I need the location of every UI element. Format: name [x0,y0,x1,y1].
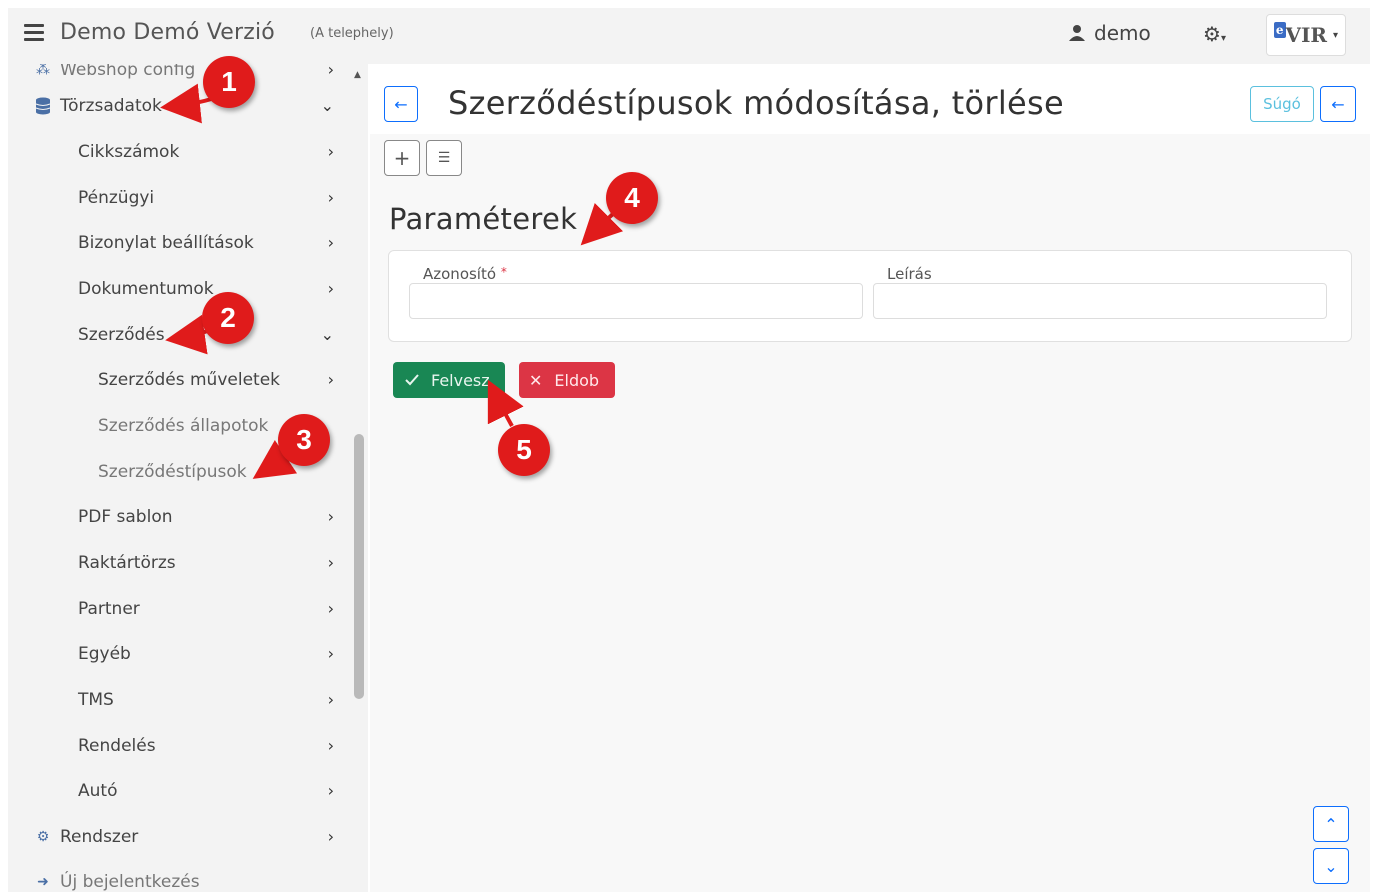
sidebar-item-egyeb[interactable]: Egyéb › [8,634,350,674]
callout-marker-2: 2 [202,292,254,344]
user-name: demo [1094,21,1151,45]
section-title: Paraméterek [389,202,578,236]
callout-marker-5: 5 [498,424,550,476]
sidebar-item-szerzodes-muveletek[interactable]: Szerződés műveletek › [8,360,350,400]
chevron-right-icon: › [327,188,334,207]
list-icon: ☰ [437,150,451,166]
add-button[interactable]: + [384,140,420,176]
chevron-right-icon: › [327,279,334,298]
callout-marker-1: 1 [203,56,255,108]
chevron-right-icon: › [327,690,334,709]
close-icon: ✕ [529,370,543,390]
chevron-down-icon: ⌄ [320,325,334,344]
parameters-panel: Azonosító * Leírás [388,250,1352,342]
sidebar-item-partner[interactable]: Partner › [8,589,350,629]
id-input[interactable] [409,283,863,319]
arrow-left-icon: ← [1331,94,1345,114]
settings-menu[interactable]: ⚙▾ [1203,22,1226,46]
chevron-right-icon: › [327,827,334,846]
site-label: (A telephely) [310,26,394,41]
sidebar-item-rendszer[interactable]: ⚙ Rendszer › [8,817,350,857]
sidebar-item-uj-bejelentkezes[interactable]: ➜ Új bejelentkezés [8,862,350,892]
discard-button[interactable]: ✕ Eldob [519,362,615,398]
gear-icon: ⚙ [1203,22,1221,46]
sidebar-item-auto[interactable]: Autó › [8,771,350,811]
chevron-right-icon: › [327,64,334,79]
chevron-right-icon: › [327,142,334,161]
chevron-right-icon: › [327,644,334,663]
brand-menu[interactable]: e VIR ▾ [1266,14,1346,56]
sidebar-item-raktartorzs[interactable]: Raktártörzs › [8,543,350,583]
save-button-label: Felvesz [431,370,490,390]
sidebar: ⁂ Webshop config › Törzsadatok ⌄ Cikkszám… [8,64,350,892]
menu-toggle-icon[interactable] [24,24,44,41]
database-icon [35,97,51,115]
sidebar-item-cikkszamok[interactable]: Cikkszámok › [8,132,350,172]
network-icon: ⁂ [36,64,50,78]
callout-marker-3: 3 [278,414,330,466]
cogs-icon: ⚙ [36,829,50,845]
main-content: ← Szerződéstípusok módosítása, törlése S… [370,64,1370,892]
chevron-right-icon: › [327,736,334,755]
plus-icon: + [393,146,411,170]
sidebar-item-szerzodes[interactable]: Szerződés ⌄ [8,315,350,355]
id-field-label: Azonosító * [421,265,509,283]
collapse-panel-button[interactable]: ← [1320,86,1356,122]
list-button[interactable]: ☰ [426,140,462,176]
chevron-right-icon: › [327,599,334,618]
sidebar-item-bizonylat[interactable]: Bizonylat beállítások › [8,223,350,263]
user-icon [1069,25,1085,41]
sidebar-item-penzugyi[interactable]: Pénzügyi › [8,178,350,218]
sign-in-icon: ➜ [37,874,49,890]
chevron-up-icon: ⌃ [1324,814,1338,834]
caret-down-icon: ▾ [1220,33,1226,44]
help-button[interactable]: Súgó [1250,86,1314,122]
sidebar-item-pdf-sablon[interactable]: PDF sablon › [8,497,350,537]
sidebar-item-tms[interactable]: TMS › [8,680,350,720]
scroll-top-button[interactable]: ⌃ [1313,806,1349,842]
sidebar-item-torzsadatok[interactable]: Törzsadatok ⌄ [8,86,350,126]
description-input[interactable] [873,283,1327,319]
chevron-right-icon: › [327,233,334,252]
chevron-right-icon: › [327,781,334,800]
callout-marker-4: 4 [606,172,658,224]
app-title: Demo Demó Verzió [60,20,275,45]
discard-button-label: Eldob [554,370,600,390]
sidebar-item-dokumentumok[interactable]: Dokumentumok › [8,269,350,309]
chevron-right-icon: › [327,553,334,572]
arrow-left-icon: ← [394,94,408,114]
chevron-down-icon: ⌄ [1324,856,1338,876]
top-bar: Demo Demó Verzió (A telephely) demo ⚙▾ e… [8,8,1370,64]
check-icon [405,374,419,386]
brand-logo: e VIR [1273,22,1328,47]
page-title: Szerződéstípusok módosítása, törlése [448,84,1064,122]
chevron-right-icon: › [327,370,334,389]
required-marker: * [500,265,507,279]
page-header: ← Szerződéstípusok módosítása, törlése S… [370,64,1370,134]
sidebar-item-rendeles[interactable]: Rendelés › [8,726,350,766]
caret-down-icon: ▾ [1333,29,1339,41]
scroll-up-arrow-icon[interactable]: ▲ [354,70,361,80]
save-button[interactable]: Felvesz [393,362,505,398]
back-button[interactable]: ← [384,86,418,122]
description-field-label: Leírás [885,265,934,283]
chevron-right-icon: › [327,507,334,526]
user-menu[interactable]: demo [1068,21,1151,45]
chevron-down-icon: ⌄ [320,96,334,115]
scroll-bottom-button[interactable]: ⌄ [1313,848,1349,884]
scrollbar-thumb[interactable] [354,434,364,699]
sidebar-scrollbar[interactable]: ▲ [350,64,368,892]
